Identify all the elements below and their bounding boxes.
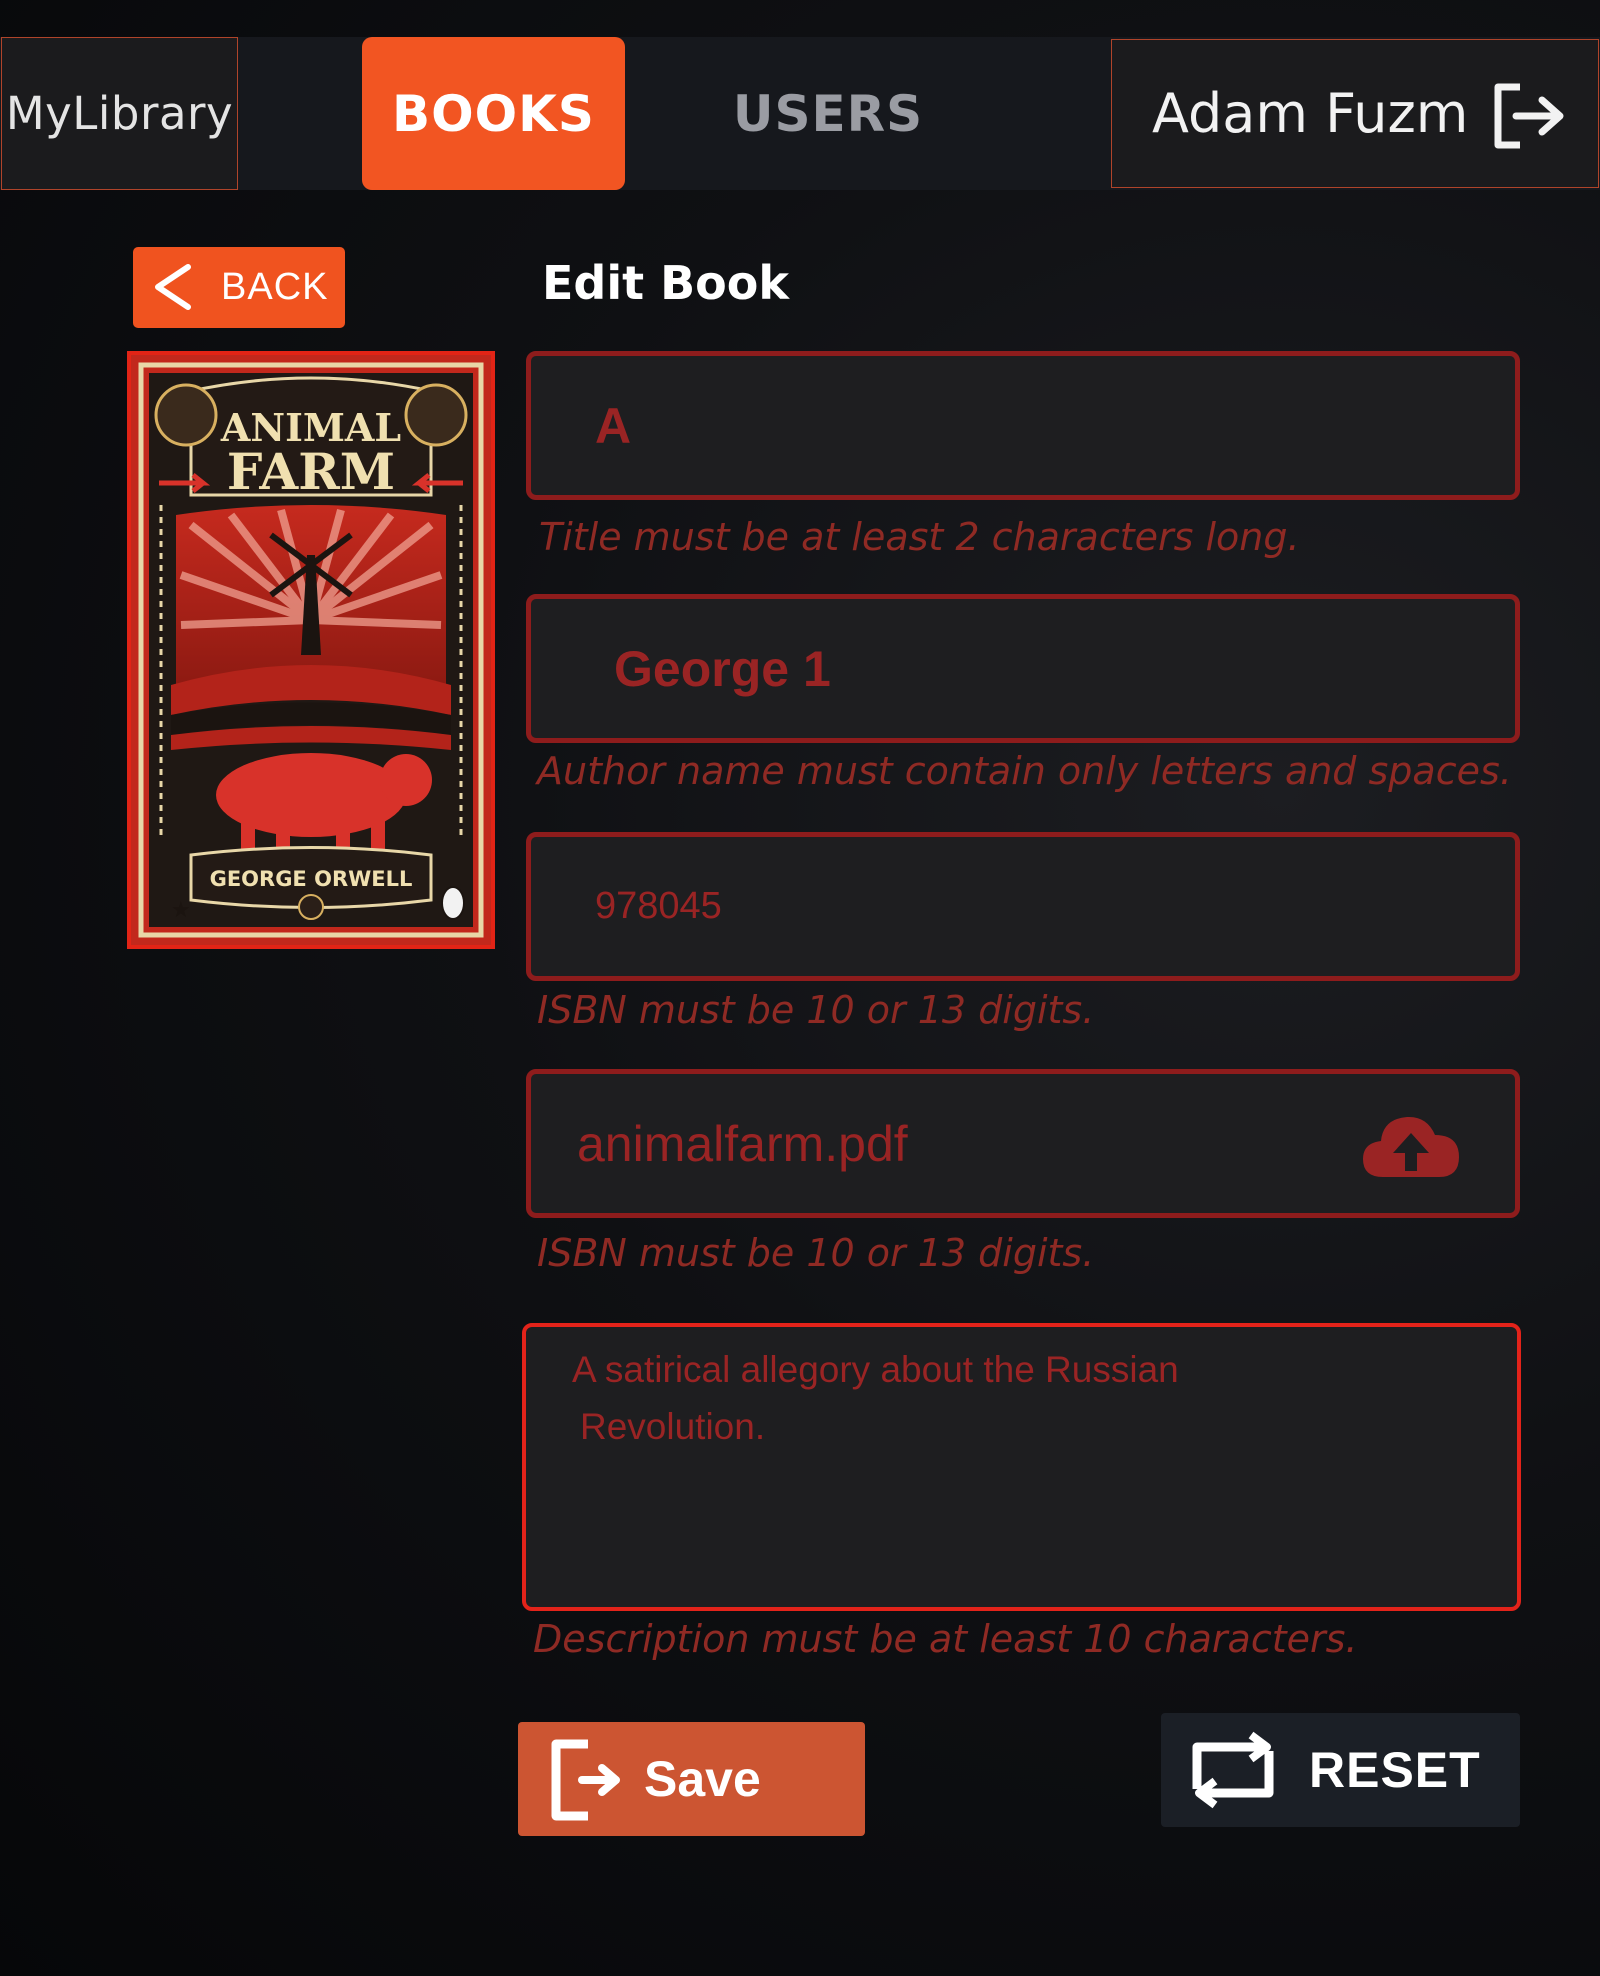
isbn-input[interactable]: 978045 [526,832,1520,981]
cover-artwork: ★ ANIMAL FARM GEORGE ORWELL [131,355,491,945]
title-input[interactable]: A [526,351,1520,500]
repeat-icon [1192,1731,1274,1809]
author-input[interactable]: George 1 [526,594,1520,743]
title-value: A [595,397,632,454]
isbn-error: ISBN must be 10 or 13 digits. [537,988,1095,1032]
back-label: BACK [221,266,329,308]
save-button[interactable]: Save [518,1722,865,1836]
tab-users[interactable]: USERS [690,37,966,190]
file-upload-field[interactable]: animalfarm.pdf [526,1069,1520,1218]
book-cover-image: ★ ANIMAL FARM GEORGE ORWELL [127,351,495,949]
back-button[interactable]: BACK [133,247,345,328]
brand-logo[interactable]: MyLibrary [1,37,238,190]
logout-icon[interactable] [1492,81,1566,151]
isbn-value: 978045 [595,885,722,927]
user-menu: Adam Fuzm [1111,39,1599,188]
description-textarea[interactable]: A satirical allegory about the Russian R… [522,1323,1521,1611]
file-name: animalfarm.pdf [577,1115,908,1172]
author-value: George 1 [614,640,831,697]
reset-button[interactable]: RESET [1161,1713,1520,1827]
description-error: Description must be at least 10 characte… [533,1617,1358,1661]
tab-books[interactable]: BOOKS [362,37,625,190]
cover-title-line2: FARM [227,442,395,501]
file-error: ISBN must be 10 or 13 digits. [537,1231,1095,1275]
save-label: Save [644,1751,761,1807]
reset-label: RESET [1309,1742,1481,1798]
cloud-upload-icon[interactable] [1361,1111,1461,1181]
chevron-left-icon [155,264,191,310]
description-line-1: A satirical allegory about the Russian [572,1349,1179,1390]
author-error: Author name must contain only letters an… [537,749,1512,793]
page-title: Edit Book [542,256,789,310]
description-line-2: Revolution. [580,1406,766,1447]
svg-text:★: ★ [171,898,191,923]
title-error: Title must be at least 2 characters long… [539,515,1300,559]
save-icon [551,1739,620,1821]
user-name: Adam Fuzm [1152,82,1469,145]
cover-author: GEORGE ORWELL [210,867,413,891]
